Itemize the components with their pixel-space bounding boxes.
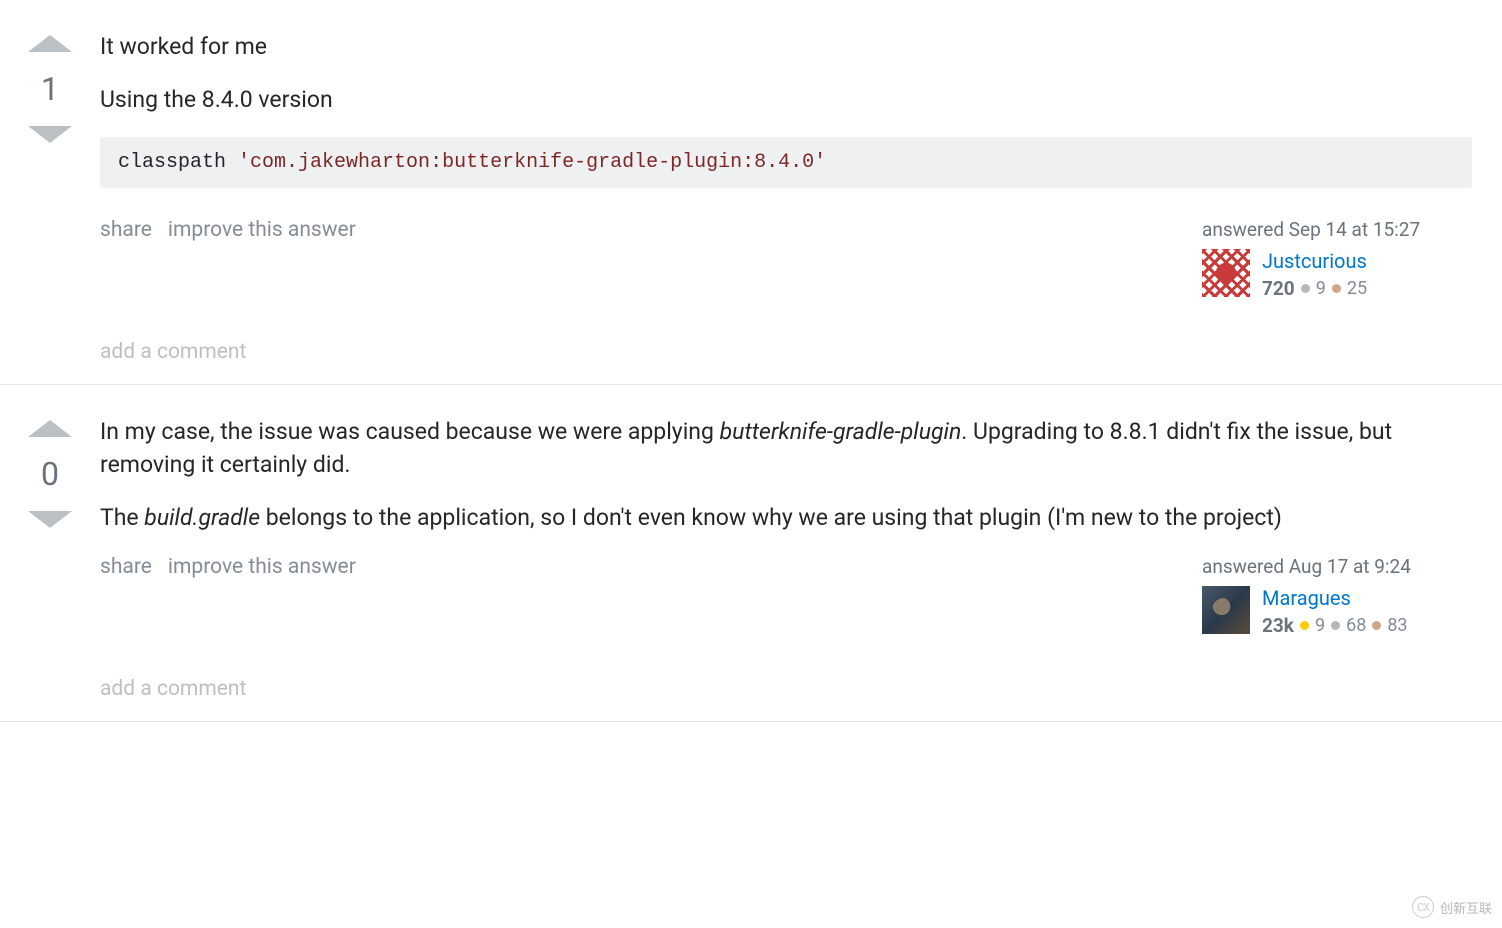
code-keyword: classpath [118,151,238,174]
watermark-text: 创新互联 [1440,898,1492,917]
inline-code-italic: build.gradle [144,504,260,531]
avatar[interactable] [1202,586,1250,634]
silver-badge-count: 68 [1346,615,1366,636]
add-comment-link[interactable]: add a comment [100,340,1472,364]
action-links: share improve this answer [100,218,356,242]
user-row: Justcurious 720 9 25 [1202,249,1472,300]
avatar[interactable] [1202,249,1250,297]
bronze-badge-icon [1372,621,1381,630]
improve-answer-link[interactable]: improve this answer [168,555,356,579]
gold-badge-count: 9 [1315,615,1325,636]
add-comment-link[interactable]: add a comment [100,677,1472,701]
upvote-button[interactable] [28,35,72,52]
share-link[interactable]: share [100,218,152,242]
bronze-badge-count: 25 [1347,278,1367,299]
reputation-score: 720 [1262,277,1295,300]
answer-paragraph: Using the 8.4.0 version [100,83,1472,116]
answer-text: In my case, the issue was caused because… [100,415,1472,535]
share-link[interactable]: share [100,555,152,579]
user-info: Maragues 23k 9 68 83 [1262,586,1408,637]
action-links: share improve this answer [100,555,356,579]
vote-count: 1 [41,70,59,108]
user-stats: 23k 9 68 83 [1262,614,1408,637]
action-row: share improve this answer answered Aug 1… [100,555,1472,637]
user-info: Justcurious 720 9 25 [1262,249,1367,300]
user-card: answered Sep 14 at 15:27 Justcurious 720… [1202,218,1472,300]
improve-answer-link[interactable]: improve this answer [168,218,356,242]
answer-body: It worked for me Using the 8.4.0 version… [100,30,1502,364]
action-row: share improve this answer answered Sep 1… [100,218,1472,300]
bronze-badge-count: 83 [1387,615,1407,636]
vote-count: 0 [41,455,59,493]
answer-paragraph: It worked for me [100,30,1472,63]
answer-text: It worked for me Using the 8.4.0 version… [100,30,1472,188]
answer-paragraph: In my case, the issue was caused because… [100,415,1472,482]
code-string: 'com.jakewharton:butterknife-gradle-plug… [238,151,826,174]
code-block: classpath 'com.jakewharton:butterknife-g… [100,137,1472,188]
upvote-button[interactable] [28,420,72,437]
silver-badge-icon [1331,621,1340,630]
vote-column: 1 [0,30,100,364]
watermark-icon: CX [1412,896,1434,918]
reputation-score: 23k [1262,614,1294,637]
answered-timestamp: answered Sep 14 at 15:27 [1202,218,1472,241]
user-stats: 720 9 25 [1262,277,1367,300]
answered-timestamp: answered Aug 17 at 9:24 [1202,555,1472,578]
answer-paragraph: The build.gradle belongs to the applicat… [100,501,1472,534]
user-card: answered Aug 17 at 9:24 Maragues 23k 9 6… [1202,555,1472,637]
inline-code-italic: butterknife-gradle-plugin [720,418,962,445]
user-row: Maragues 23k 9 68 83 [1202,586,1472,637]
bronze-badge-icon [1332,284,1341,293]
vote-column: 0 [0,415,100,701]
answer: 0 In my case, the issue was caused becau… [0,385,1502,722]
watermark: CX 创新互联 [1412,896,1492,918]
silver-badge-count: 9 [1316,278,1326,299]
answer: 1 It worked for me Using the 8.4.0 versi… [0,0,1502,385]
downvote-button[interactable] [28,511,72,528]
user-name-link[interactable]: Maragues [1262,586,1408,610]
downvote-button[interactable] [28,126,72,143]
user-name-link[interactable]: Justcurious [1262,249,1367,273]
answer-body: In my case, the issue was caused because… [100,415,1502,701]
gold-badge-icon [1300,621,1309,630]
silver-badge-icon [1301,284,1310,293]
